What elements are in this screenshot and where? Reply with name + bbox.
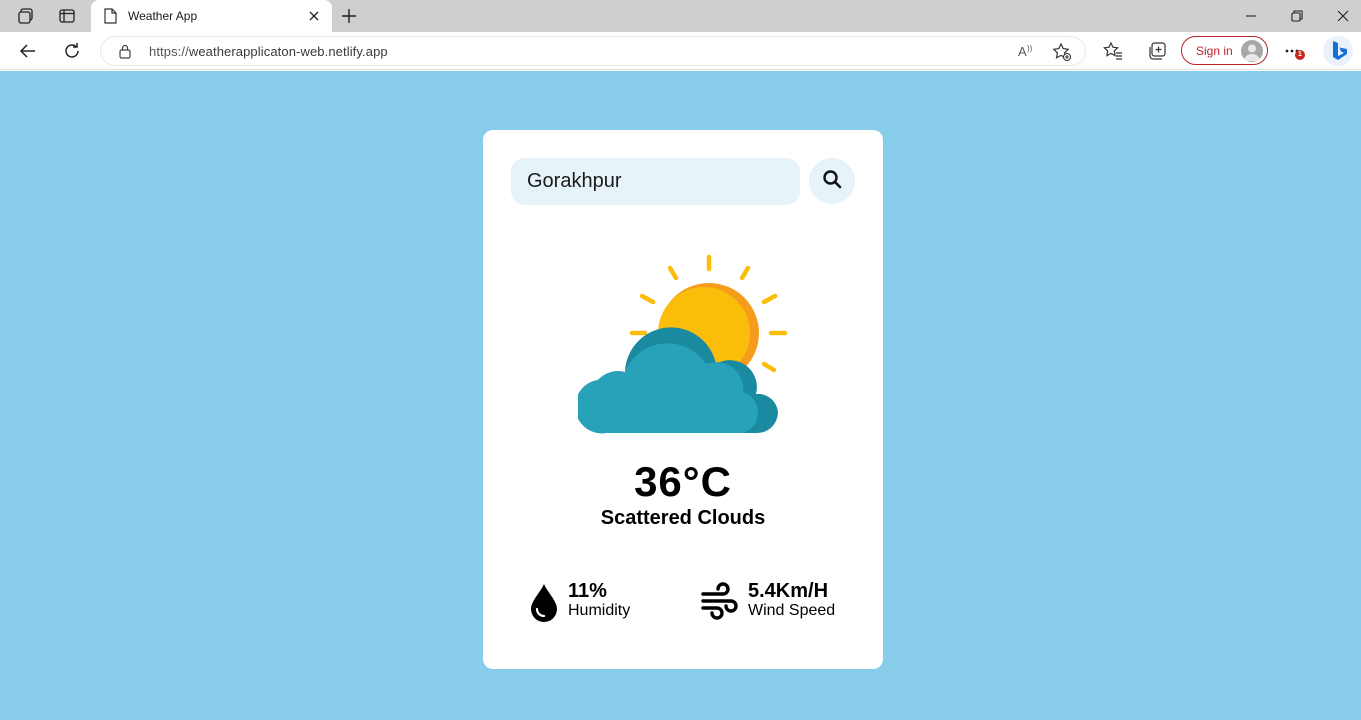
avatar [1241, 40, 1263, 62]
more-options-icon[interactable]: 1 [1283, 41, 1305, 61]
notification-badge: 1 [1295, 50, 1305, 60]
restore-icon[interactable] [1289, 8, 1305, 24]
tab-weather-app[interactable]: Weather App [91, 0, 332, 32]
back-icon[interactable] [18, 41, 38, 61]
search-button[interactable] [809, 158, 855, 204]
url-protocol: https:// [149, 44, 189, 59]
sign-in-button[interactable]: Sign in [1181, 36, 1268, 65]
tab-title: Weather App [128, 9, 198, 23]
weather-condition: Scattered Clouds [600, 507, 766, 529]
weather-card: 36°C Scattered Clouds 11% Humidity 5.4Km… [483, 130, 883, 669]
tab-actions-icon[interactable] [57, 6, 77, 26]
wind-icon [701, 580, 739, 624]
new-tab-icon[interactable] [339, 6, 359, 26]
collections-icon[interactable] [1147, 41, 1167, 61]
address-bar[interactable]: https://weatherapplicaton-web.netlify.ap… [100, 36, 1086, 66]
url-host: weatherapplicaton-web.netlify.app [188, 44, 388, 59]
minimize-icon[interactable] [1243, 8, 1259, 24]
water-drop-icon [528, 580, 562, 624]
search-input[interactable] [511, 158, 800, 205]
wind-speed-value: 5.4Km/H [748, 580, 829, 602]
humidity-label: Humidity [568, 602, 631, 619]
page-icon [103, 8, 117, 24]
page-viewport: 36°C Scattered Clouds 11% Humidity 5.4Km… [0, 71, 1361, 720]
url-text[interactable]: https://weatherapplicaton-web.netlify.ap… [149, 44, 388, 59]
lock-icon[interactable] [118, 44, 132, 59]
close-tab-icon[interactable] [307, 9, 321, 23]
read-aloud-icon[interactable]: A)) [1017, 43, 1035, 59]
browser-tab-strip: Weather App [0, 0, 1361, 32]
refresh-icon[interactable] [62, 41, 82, 61]
humidity-value: 11% [568, 580, 607, 602]
svg-text:A: A [1018, 44, 1027, 59]
search-icon [822, 169, 842, 194]
sign-in-label: Sign in [1196, 44, 1233, 58]
workspaces-icon[interactable] [16, 6, 36, 26]
close-window-icon[interactable] [1335, 8, 1351, 24]
sun-behind-cloud-icon [575, 252, 788, 434]
humidity-detail: 11% Humidity [528, 580, 658, 626]
temperature: 36°C [634, 458, 732, 505]
bing-copilot-icon[interactable] [1322, 35, 1354, 67]
svg-text:)): )) [1027, 44, 1033, 53]
favorites-icon[interactable] [1103, 41, 1123, 61]
add-favorite-icon[interactable] [1052, 42, 1072, 62]
browser-toolbar: https://weatherapplicaton-web.netlify.ap… [0, 32, 1361, 70]
wind-speed-label: Wind Speed [748, 602, 836, 619]
wind-detail: 5.4Km/H Wind Speed [701, 580, 861, 626]
